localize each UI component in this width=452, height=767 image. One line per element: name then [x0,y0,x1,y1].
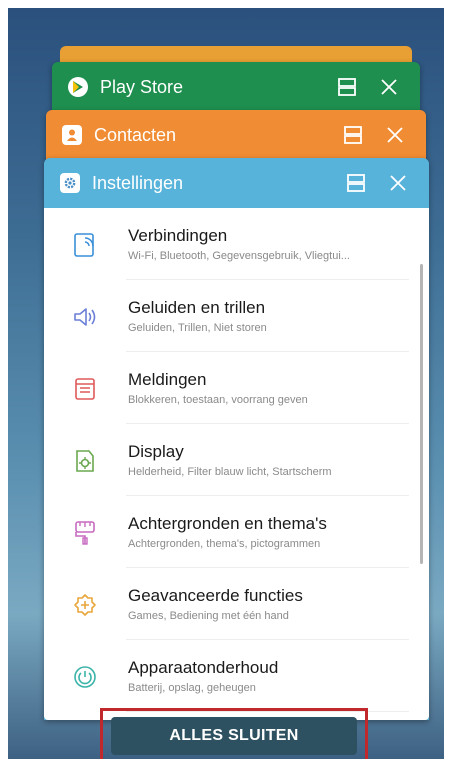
card-header[interactable]: Contacten [46,110,426,160]
item-subtitle: Wi-Fi, Bluetooth, Gegevensgebruik, Vlieg… [128,250,350,262]
device-maintenance-icon [68,660,102,694]
item-title: Display [128,442,184,461]
contacts-icon [62,125,82,145]
card-header[interactable]: Play Store [52,62,420,112]
split-screen-icon[interactable] [341,168,371,198]
item-title: Apparaatonderhoud [128,658,279,677]
play-store-icon [68,77,88,97]
card-header[interactable]: Instellingen [44,158,429,208]
item-title: Achtergronden en thema's [128,514,327,533]
recent-app-card-settings[interactable]: Instellingen Verbindingen Wi-Fi, Bluetoo… [44,158,429,720]
split-screen-icon[interactable] [332,72,362,102]
settings-list[interactable]: Verbindingen Wi-Fi, Bluetooth, Gegevensg… [44,208,429,720]
card-app-name: Play Store [100,76,184,97]
wallpaper-icon [68,516,102,550]
settings-item-connections[interactable]: Verbindingen Wi-Fi, Bluetooth, Gegevensg… [44,208,429,280]
advanced-features-icon [68,588,102,622]
settings-item-notifications[interactable]: Meldingen Blokkeren, toestaan, voorrang … [44,352,429,424]
settings-gear-icon [60,173,80,193]
card-app-name: Instellingen [92,172,184,193]
item-subtitle: Geluiden, Trillen, Niet storen [128,322,267,334]
item-subtitle: Achtergronden, thema's, pictogrammen [128,538,321,550]
settings-item-advanced-features[interactable]: Geavanceerde functies Games, Bediening m… [44,568,429,640]
display-icon [68,444,102,478]
close-icon[interactable] [383,168,413,198]
close-icon[interactable] [374,72,404,102]
item-subtitle: Batterij, opslag, geheugen [128,682,256,694]
settings-item-wallpapers[interactable]: Achtergronden en thema's Achtergronden, … [44,496,429,568]
settings-item-device-maintenance[interactable]: Apparaatonderhoud Batterij, opslag, gehe… [44,640,429,712]
notifications-icon [68,372,102,406]
card-app-name: Contacten [94,124,177,145]
sound-icon [68,300,102,334]
item-title: Meldingen [128,370,207,389]
item-subtitle: Helderheid, Filter blauw licht, Startsch… [128,466,332,478]
item-title: Verbindingen [128,226,228,245]
settings-item-display[interactable]: Display Helderheid, Filter blauw licht, … [44,424,429,496]
split-screen-icon[interactable] [338,120,368,150]
close-all-highlight: ALLES SLUITEN [100,708,368,763]
recent-app-card-play-store[interactable]: Play Store [52,62,420,112]
item-title: Geluiden en trillen [128,298,266,317]
connections-icon [68,228,102,262]
item-subtitle: Games, Bediening met één hand [128,610,289,622]
item-subtitle: Blokkeren, toestaan, voorrang geven [128,394,308,406]
settings-item-sounds[interactable]: Geluiden en trillen Geluiden, Trillen, N… [44,280,429,352]
close-icon[interactable] [380,120,410,150]
scrollbar[interactable] [420,264,423,564]
item-title: Geavanceerde functies [128,586,303,605]
close-all-button[interactable]: ALLES SLUITEN [111,716,357,755]
recent-app-card-contacts[interactable]: Contacten [46,110,426,160]
